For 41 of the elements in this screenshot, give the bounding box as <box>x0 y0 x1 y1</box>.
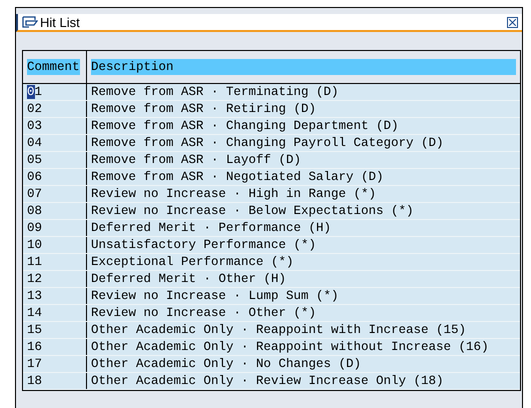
table-cell[interactable]: Other Academic Only · Reappoint without Increase (16) <box>91 340 489 354</box>
table-cell[interactable]: 10 <box>27 238 42 252</box>
table-cell[interactable]: Review no Increase · Below Expectations (*) <box>91 204 414 218</box>
table-cell[interactable]: 15 <box>27 324 42 336</box>
table-cell[interactable]: Deferred Merit · Other (H) <box>91 272 286 286</box>
table-cell[interactable]: Remove from ASR · Terminating (D) <box>91 86 339 98</box>
window-icon <box>22 16 38 28</box>
table-cell[interactable]: 11 <box>27 256 42 268</box>
table-cell[interactable]: 13 <box>27 290 42 302</box>
table-cell[interactable]: 08 <box>27 204 42 218</box>
table-cell[interactable]: Other Academic Only · Reappoint with Increase (15) <box>91 324 466 336</box>
column-header[interactable]: Description <box>91 58 516 76</box>
table-cell[interactable]: Exceptional Performance (*) <box>91 256 294 268</box>
table-cell[interactable]: Other Academic Only · Review Increase Only (18) <box>91 374 444 388</box>
table-cell[interactable]: Deferred Merit · Performance (H) <box>91 222 332 234</box>
table-cell[interactable]: Unsatisfactory Performance (*) <box>91 238 316 252</box>
table-cell[interactable]: 12 <box>27 272 42 286</box>
table-cell[interactable]: 02 <box>27 102 42 116</box>
table-cell[interactable]: 16 <box>27 340 42 354</box>
table-cell[interactable]: Remove from ASR · Negotiated Salary (D) <box>91 170 384 184</box>
table-cell[interactable]: 06 <box>27 170 42 184</box>
table-cell[interactable]: Review no Increase · High in Range (*) <box>91 188 376 200</box>
close-button[interactable] <box>507 16 518 28</box>
table-cell[interactable]: 04 <box>27 136 42 150</box>
column-header[interactable]: Comment <box>27 58 80 76</box>
table-cell[interactable]: 18 <box>27 374 42 388</box>
table-cell[interactable]: 14 <box>27 306 42 320</box>
table-cell[interactable]: Review no Increase · Other (*) <box>91 306 316 320</box>
table-cell[interactable]: Remove from ASR · Changing Payroll Category (D) <box>91 136 444 150</box>
table-cell[interactable]: 03 <box>27 120 42 132</box>
table-cell[interactable]: 07 <box>27 188 42 200</box>
window-title: Hit List <box>40 16 80 28</box>
table-cell[interactable]: Remove from ASR · Layoff (D) <box>91 154 302 166</box>
close-icon <box>509 18 516 26</box>
table-cell[interactable]: Other Academic Only · No Changes (D) <box>91 358 362 370</box>
table-cell[interactable]: 09 <box>27 222 42 234</box>
table-cell[interactable]: 05 <box>27 154 42 166</box>
table-cell[interactable]: Review no Increase · Lump Sum (*) <box>91 290 339 302</box>
table-cell[interactable]: Remove from ASR · Changing Department (D) <box>91 120 399 132</box>
table-cell[interactable]: 17 <box>27 358 42 370</box>
table-cell[interactable]: Remove from ASR · Retiring (D) <box>91 102 316 116</box>
